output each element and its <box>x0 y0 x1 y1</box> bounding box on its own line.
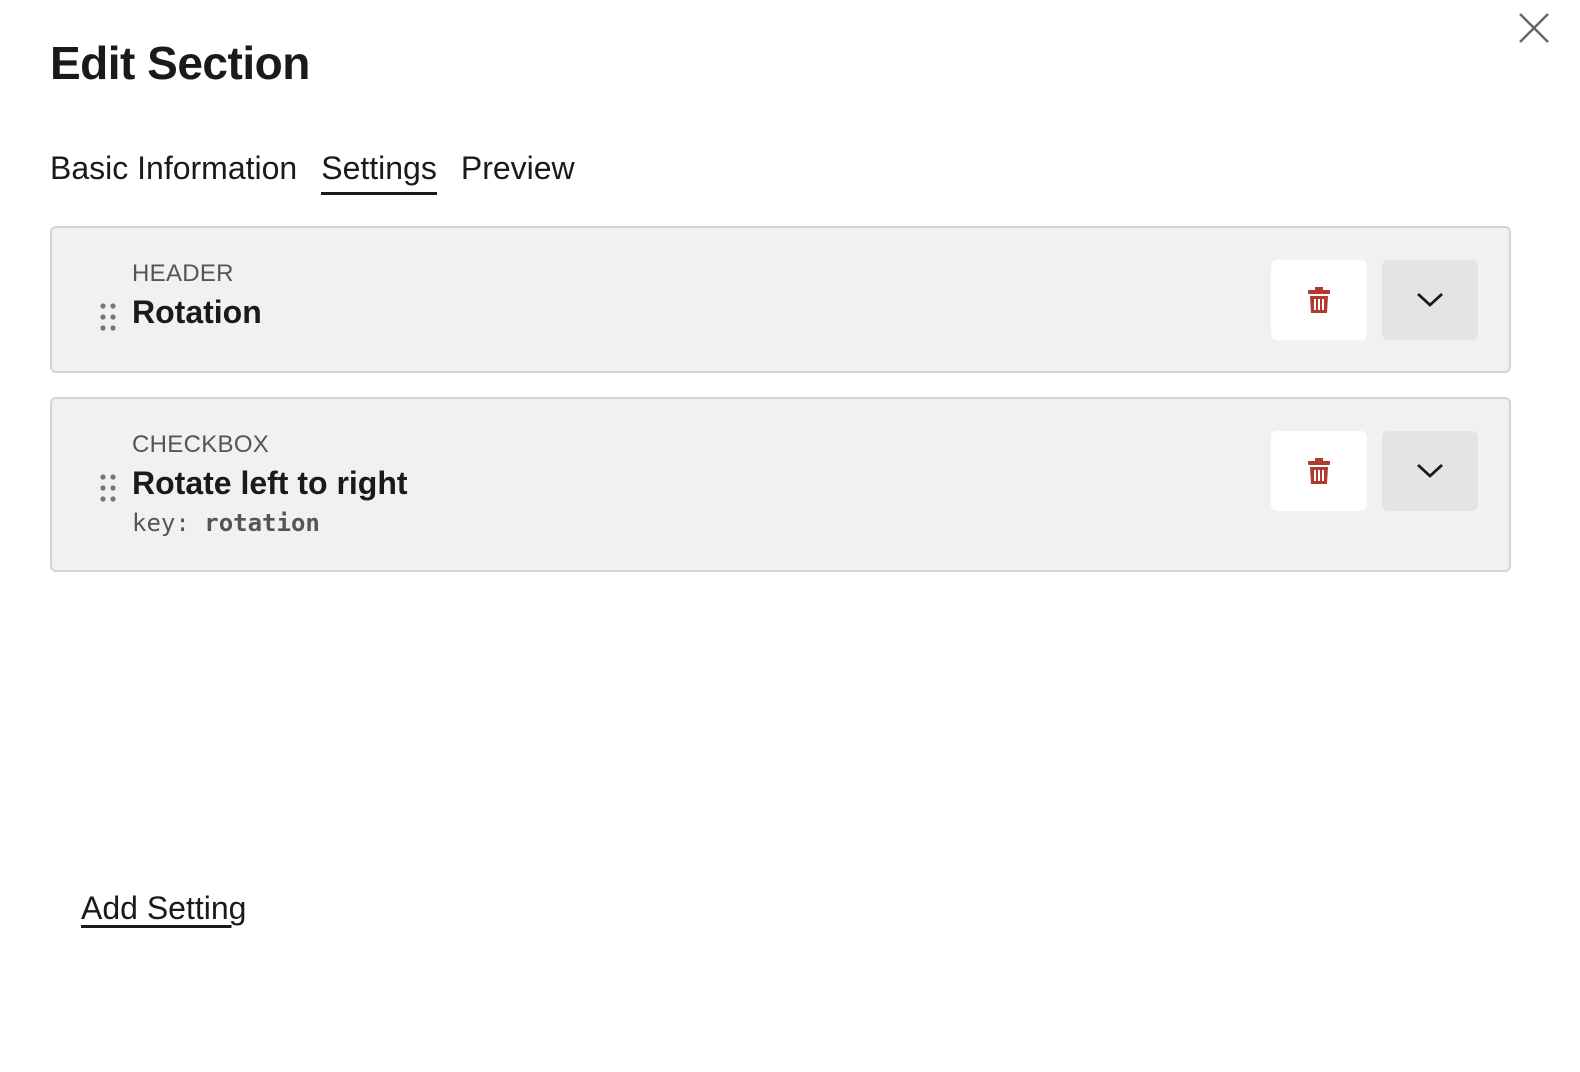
tab-settings[interactable]: Settings <box>321 148 437 195</box>
setting-card-checkbox: CHECKBOX Rotate left to right key: rotat… <box>50 397 1511 572</box>
key-value: rotation <box>204 509 320 537</box>
delete-setting-button[interactable] <box>1271 260 1367 340</box>
tab-basic-information[interactable]: Basic Information <box>50 148 297 195</box>
setting-key: key: rotation <box>132 509 320 537</box>
add-setting-link[interactable]: Add Setting <box>81 890 246 927</box>
tab-preview[interactable]: Preview <box>461 148 575 195</box>
expand-setting-button[interactable] <box>1382 260 1478 340</box>
trash-icon <box>1308 287 1330 313</box>
tab-bar: Basic Information Settings Preview <box>50 148 575 195</box>
delete-setting-button[interactable] <box>1271 431 1367 511</box>
chevron-down-icon <box>1417 292 1443 307</box>
setting-type-label: HEADER <box>132 260 234 287</box>
key-label: key: <box>132 509 190 537</box>
chevron-down-icon <box>1417 463 1443 478</box>
drag-handle-icon[interactable] <box>98 473 118 503</box>
setting-type-label: CHECKBOX <box>132 431 270 458</box>
close-icon <box>1519 13 1549 43</box>
expand-setting-button[interactable] <box>1382 431 1478 511</box>
trash-icon <box>1308 458 1330 484</box>
settings-list: HEADER Rotation CHECKBOX Rotate left to … <box>50 226 1511 596</box>
page-title: Edit Section <box>50 37 310 89</box>
setting-title: Rotate left to right <box>132 465 408 501</box>
close-button[interactable] <box>1516 10 1552 46</box>
setting-title: Rotation <box>132 294 262 330</box>
setting-card-header: HEADER Rotation <box>50 226 1511 373</box>
drag-handle-icon[interactable] <box>98 302 118 332</box>
